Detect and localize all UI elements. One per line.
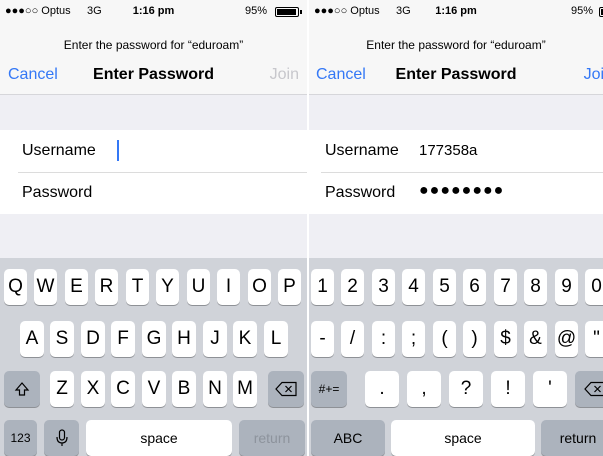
key-at[interactable]: @ (555, 321, 578, 357)
key-y[interactable]: Y (156, 269, 179, 305)
key-r[interactable]: R (95, 269, 118, 305)
key-b[interactable]: B (172, 371, 196, 407)
key-2[interactable]: 2 (341, 269, 364, 305)
space-key[interactable]: space (86, 420, 232, 456)
key-v[interactable]: V (142, 371, 166, 407)
key-4[interactable]: 4 (402, 269, 425, 305)
page-title: Enter Password (395, 66, 517, 83)
return-key[interactable]: return (541, 420, 603, 456)
key-p[interactable]: P (278, 269, 301, 305)
key-quote[interactable]: " (585, 321, 603, 357)
key-a[interactable]: A (20, 321, 44, 357)
backspace-icon (275, 381, 297, 397)
key-h[interactable]: H (172, 321, 196, 357)
letter-keyboard: Q W E R T Y U I O P A S D F G H J K L Z … (0, 258, 307, 456)
username-label: Username (325, 142, 399, 159)
key-l[interactable]: L (264, 321, 288, 357)
status-time: 1:16 pm (435, 5, 477, 17)
network-prompt: Enter the password for “eduroam” (366, 38, 546, 52)
key-apostrophe[interactable]: ' (533, 371, 567, 407)
key-u[interactable]: U (187, 269, 210, 305)
key-t[interactable]: T (126, 269, 149, 305)
space-key[interactable]: space (391, 420, 535, 456)
page-title: Enter Password (93, 66, 214, 83)
key-j[interactable]: J (203, 321, 227, 357)
battery-percent: 95% (570, 5, 593, 17)
battery-icon (275, 7, 302, 17)
symbols-key[interactable]: #+= (311, 371, 347, 407)
microphone-icon (55, 429, 68, 446)
key-9[interactable]: 9 (555, 269, 578, 305)
key-f[interactable]: F (111, 321, 135, 357)
key-close-paren[interactable]: ) (463, 321, 486, 357)
text-cursor (117, 140, 119, 161)
status-bar: ●●●○○ Optus 3G 1:16 pm 95% (309, 0, 603, 22)
key-slash[interactable]: / (341, 321, 364, 357)
key-s[interactable]: S (50, 321, 74, 357)
key-exclamation[interactable]: ! (491, 371, 525, 407)
key-k[interactable]: K (233, 321, 257, 357)
status-bar: ●●●○○ Optus 3G 1:16 pm 95% (0, 0, 307, 22)
key-8[interactable]: 8 (524, 269, 547, 305)
join-button[interactable]: Join (270, 66, 299, 84)
username-field[interactable]: Username 177358a (309, 130, 603, 172)
key-colon[interactable]: : (372, 321, 395, 357)
key-open-paren[interactable]: ( (433, 321, 456, 357)
username-field[interactable]: Username (0, 130, 307, 172)
credentials-form: Username Password (0, 130, 307, 214)
key-1[interactable]: 1 (311, 269, 334, 305)
key-e[interactable]: E (65, 269, 88, 305)
key-z[interactable]: Z (50, 371, 74, 407)
key-c[interactable]: C (111, 371, 135, 407)
password-label: Password (22, 184, 93, 201)
key-i[interactable]: I (217, 269, 240, 305)
shift-key[interactable] (4, 371, 40, 407)
abc-key[interactable]: ABC (311, 420, 385, 456)
key-n[interactable]: N (203, 371, 227, 407)
key-5[interactable]: 5 (433, 269, 456, 305)
key-x[interactable]: X (81, 371, 105, 407)
key-comma[interactable]: , (407, 371, 441, 407)
network-prompt: Enter the password for “eduroam” (63, 38, 244, 52)
header: ●●●○○ Optus 3G 1:16 pm 95% Enter the pas… (309, 0, 603, 95)
password-field[interactable]: Password ●●●●●●●● (309, 172, 603, 214)
numbers-key[interactable]: 123 (4, 420, 37, 456)
key-semicolon[interactable]: ; (402, 321, 425, 357)
username-label: Username (22, 142, 96, 159)
shift-arrow-icon (14, 382, 30, 396)
password-label: Password (325, 184, 396, 201)
key-ampersand[interactable]: & (524, 321, 547, 357)
key-7[interactable]: 7 (494, 269, 517, 305)
number-keyboard: 1 2 3 4 5 6 7 8 9 0 - / : ; ( ) $ & @ " … (309, 258, 603, 456)
battery-percent: 95% (244, 5, 267, 17)
key-w[interactable]: W (34, 269, 57, 305)
delete-key[interactable] (268, 371, 304, 407)
key-q[interactable]: Q (4, 269, 27, 305)
right-screen: ●●●○○ Optus 3G 1:16 pm 95% Enter the pas… (309, 0, 603, 456)
key-g[interactable]: G (142, 321, 166, 357)
key-o[interactable]: O (248, 269, 271, 305)
left-screen: ●●●○○ Optus 3G 1:16 pm 95% Enter the pas… (0, 0, 307, 456)
join-button[interactable]: Join (584, 66, 603, 84)
key-m[interactable]: M (233, 371, 257, 407)
header: ●●●○○ Optus 3G 1:16 pm 95% Enter the pas… (0, 0, 307, 95)
password-value: ●●●●●●●● (419, 182, 505, 199)
delete-key[interactable] (575, 371, 603, 407)
key-period[interactable]: . (365, 371, 399, 407)
key-dollar[interactable]: $ (494, 321, 517, 357)
key-hyphen[interactable]: - (311, 321, 334, 357)
username-value: 177358a (419, 142, 478, 159)
backspace-icon (584, 381, 603, 397)
key-d[interactable]: D (81, 321, 105, 357)
dictation-key[interactable] (44, 420, 79, 456)
key-6[interactable]: 6 (463, 269, 486, 305)
return-key[interactable]: return (239, 420, 305, 456)
password-field[interactable]: Password (0, 172, 307, 214)
key-3[interactable]: 3 (372, 269, 395, 305)
key-0[interactable]: 0 (585, 269, 603, 305)
credentials-form: Username 177358a Password ●●●●●●●● (309, 130, 603, 214)
key-question[interactable]: ? (449, 371, 483, 407)
battery-icon (599, 7, 603, 17)
